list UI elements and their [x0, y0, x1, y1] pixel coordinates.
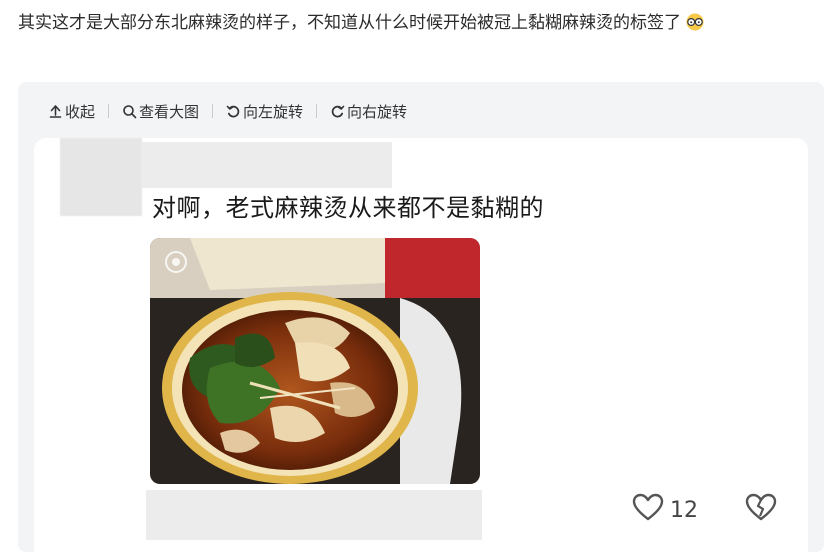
like-count: 12 [670, 497, 698, 523]
view-large-button[interactable]: 查看大图 [122, 101, 199, 122]
malatang-photo [150, 238, 480, 484]
toolbar-divider [316, 104, 318, 118]
toolbar-divider [212, 104, 214, 118]
rotate-left-icon [226, 104, 241, 119]
screenshot-image[interactable]: 对啊，老式麻辣烫从来都不是黏糊的 12 [34, 138, 808, 558]
image-caption: 对啊，老式麻辣烫从来都不是黏糊的 [152, 194, 544, 222]
rotate-right-label: 向右旋转 [347, 102, 408, 121]
blurred-avatar [60, 138, 142, 216]
collapse-button[interactable]: 收起 [48, 101, 95, 122]
blurred-username [142, 142, 392, 188]
glasses-emoji-icon [683, 9, 707, 31]
rotate-left-label: 向左旋转 [243, 102, 304, 121]
post-text: 其实这才是大部分东北麻辣烫的样子，不知道从什么时候开始被冠上黏糊麻辣烫的标签了 [18, 13, 681, 33]
dislike-button[interactable] [744, 492, 778, 526]
like-button[interactable]: 12 [632, 493, 698, 527]
arrow-up-icon [48, 104, 63, 119]
rotate-right-button[interactable]: 向右旋转 [330, 101, 407, 122]
rotate-right-icon [330, 104, 345, 119]
post-text-block: 其实这才是大部分东北麻辣烫的样子，不知道从什么时候开始被冠上黏糊麻辣烫的标签了 [18, 6, 818, 40]
rotate-left-button[interactable]: 向左旋转 [226, 101, 303, 122]
blurred-text-area [146, 490, 482, 540]
image-toolbar: 收起 查看大图 向左旋转 向右旋转 [48, 100, 407, 122]
heart-icon [632, 493, 664, 527]
broken-heart-icon [744, 493, 778, 526]
magnifier-icon [122, 104, 137, 119]
image-viewer-card: 收起 查看大图 向左旋转 向右旋转 对啊，老式麻辣烫从来都不是黏糊的 12 [18, 82, 824, 558]
toolbar-divider [108, 104, 110, 118]
collapse-label: 收起 [65, 102, 96, 121]
view-large-label: 查看大图 [139, 102, 200, 121]
